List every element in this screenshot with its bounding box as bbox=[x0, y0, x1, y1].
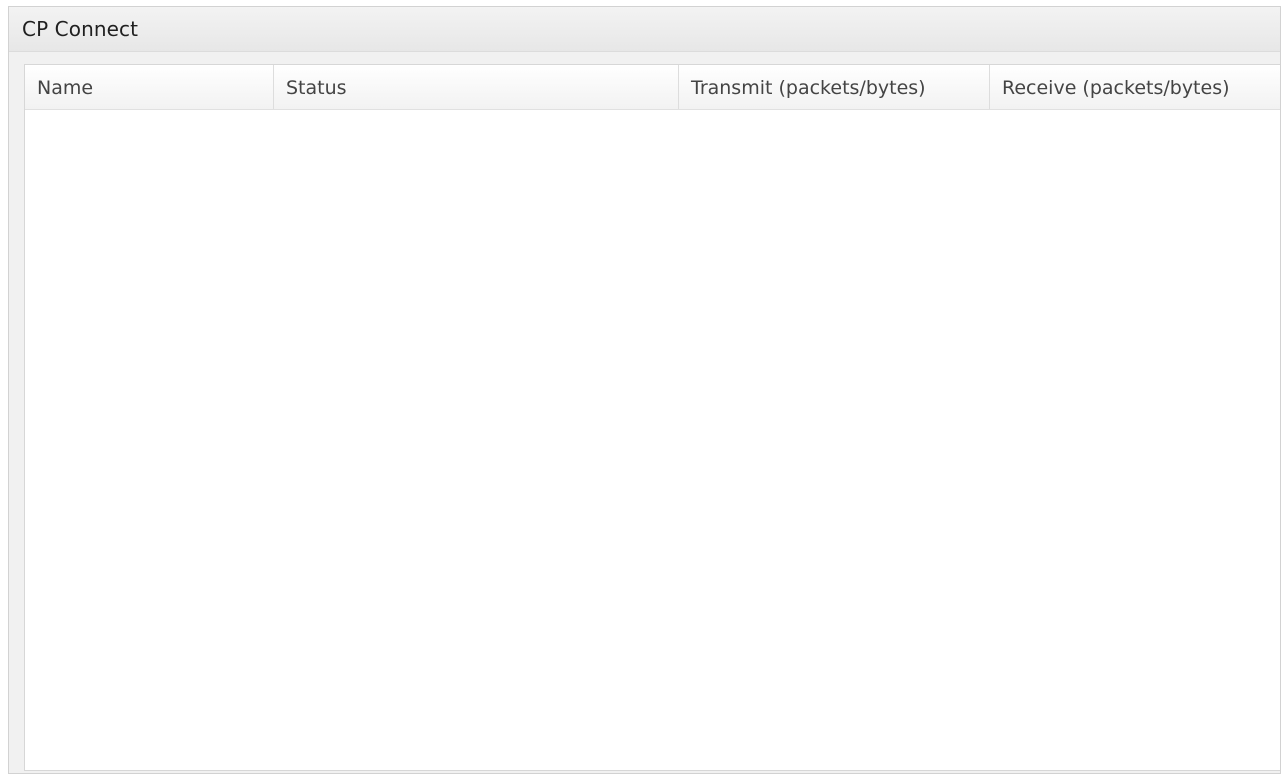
column-header-receive[interactable]: Receive (packets/bytes) bbox=[990, 65, 1280, 109]
column-header-receive-label: Receive (packets/bytes) bbox=[1002, 77, 1230, 99]
column-header-transmit[interactable]: Transmit (packets/bytes) bbox=[679, 65, 990, 109]
column-header-transmit-label: Transmit (packets/bytes) bbox=[691, 77, 926, 99]
panel-title: CP Connect bbox=[22, 17, 139, 41]
table-header: Name Status Transmit (packets/bytes) Rec… bbox=[25, 65, 1280, 110]
table-body bbox=[25, 110, 1280, 770]
column-header-name-label: Name bbox=[37, 77, 94, 99]
connections-table: Name Status Transmit (packets/bytes) Rec… bbox=[24, 64, 1280, 771]
cp-connect-panel: CP Connect Name Status Transmit (packets… bbox=[8, 6, 1281, 774]
panel-header: CP Connect bbox=[9, 7, 1280, 52]
column-header-name[interactable]: Name bbox=[25, 65, 274, 109]
column-header-status-label: Status bbox=[286, 77, 347, 99]
column-header-status[interactable]: Status bbox=[274, 65, 679, 109]
